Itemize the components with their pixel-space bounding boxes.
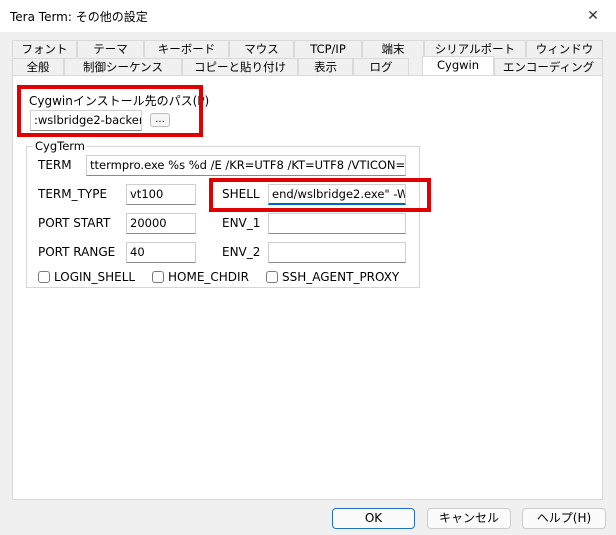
cygwin-path-input[interactable]: :wslbridge2-backend	[30, 110, 142, 131]
term-type-input[interactable]: vt100	[126, 184, 196, 205]
port-range-label: PORT RANGE	[38, 245, 116, 259]
window-title: Tera Term: その他の設定	[10, 10, 148, 24]
env1-label: ENV_1	[222, 216, 261, 230]
tab-font[interactable]: フォント	[12, 40, 77, 57]
env1-input[interactable]	[268, 213, 406, 234]
ssh-agent-proxy-label: SSH_AGENT_PROXY	[282, 270, 400, 284]
tab-copy-paste[interactable]: コピーと貼り付け	[182, 58, 298, 75]
checkbox-box[interactable]	[152, 271, 164, 283]
ssh-agent-proxy-checkbox[interactable]: SSH_AGENT_PROXY	[266, 270, 399, 284]
tab-theme[interactable]: テーマ	[77, 40, 144, 57]
home-chdir-checkbox[interactable]: HOME_CHDIR	[152, 270, 249, 284]
close-button[interactable]: ✕	[570, 0, 616, 32]
port-range-input[interactable]: 40	[126, 242, 196, 263]
close-icon: ✕	[587, 8, 599, 24]
tab-terminal[interactable]: 端末	[362, 40, 424, 57]
term-input[interactable]: ttermpro.exe %s %d /E /KR=UTF8 /KT=UTF8 …	[86, 155, 406, 176]
tab-display[interactable]: 表示	[298, 58, 353, 75]
title-bar: Tera Term: その他の設定 ✕	[0, 0, 616, 32]
browse-button[interactable]: ...	[150, 113, 170, 127]
shell-label: SHELL	[222, 187, 260, 201]
term-type-label: TERM_TYPE	[38, 187, 108, 201]
env2-label: ENV_2	[222, 245, 261, 259]
cygterm-group-label: CygTerm	[33, 139, 88, 153]
ok-button[interactable]: OK	[332, 508, 415, 529]
tab-encoding[interactable]: エンコーディング	[494, 58, 603, 75]
tab-mouse[interactable]: マウス	[229, 40, 294, 57]
tab-window[interactable]: ウィンドウ	[526, 40, 603, 57]
help-button[interactable]: ヘルプ(H)	[522, 508, 606, 529]
tab-tcpip[interactable]: TCP/IP	[294, 40, 362, 57]
cygwin-path-label: Cygwinインストール先のパス(P)	[29, 94, 210, 108]
tab-cygwin[interactable]: Cygwin	[422, 56, 494, 75]
shell-input[interactable]: end/wslbridge2.exe" -W "	[268, 184, 406, 205]
login-shell-label: LOGIN_SHELL	[54, 270, 136, 284]
term-label: TERM	[38, 158, 72, 172]
checkbox-box[interactable]	[38, 271, 50, 283]
port-start-input[interactable]: 20000	[126, 213, 196, 234]
tab-serial-port[interactable]: シリアルポート	[424, 40, 526, 57]
tab-log[interactable]: ログ	[353, 58, 409, 75]
env2-input[interactable]	[268, 242, 406, 263]
cancel-button[interactable]: キャンセル	[427, 508, 511, 529]
tab-control-sequence[interactable]: 制御シーケンス	[64, 58, 182, 75]
port-start-label: PORT START	[38, 216, 111, 230]
login-shell-checkbox[interactable]: LOGIN_SHELL	[38, 270, 135, 284]
tab-keyboard[interactable]: キーボード	[144, 40, 229, 57]
home-chdir-label: HOME_CHDIR	[168, 270, 249, 284]
checkbox-box[interactable]	[266, 271, 278, 283]
tab-general[interactable]: 全般	[12, 58, 64, 75]
